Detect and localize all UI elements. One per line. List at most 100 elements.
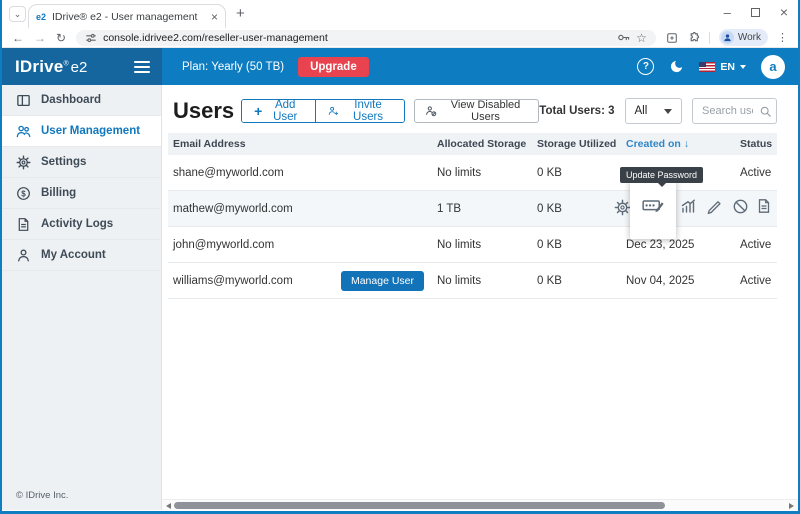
update-password-icon[interactable] — [642, 194, 665, 215]
page-title: Users — [173, 98, 234, 124]
sidebar-item-activity-logs[interactable]: Activity Logs — [2, 209, 161, 240]
help-icon[interactable]: ? — [637, 58, 654, 75]
user-actions-group: +Add User Invite Users — [241, 99, 405, 123]
main-content: Users +Add User Invite Users View Disabl… — [162, 85, 798, 510]
sidebar-item-settings[interactable]: Settings — [2, 147, 161, 178]
utilized-cell: 0 KB — [532, 239, 621, 251]
scroll-left-arrow[interactable] — [166, 503, 171, 509]
sidebar-item-label: Settings — [41, 156, 86, 168]
search-input[interactable] — [700, 104, 755, 118]
scroll-right-arrow[interactable] — [789, 503, 794, 509]
column-email-address[interactable]: Email Address — [168, 138, 432, 150]
account-avatar[interactable]: a — [761, 55, 785, 79]
new-tab-button[interactable]: + — [236, 5, 245, 22]
update-password-popover[interactable] — [630, 179, 676, 239]
search-box — [692, 98, 777, 124]
horizontal-scrollbar — [162, 499, 798, 510]
filter-dropdown[interactable]: All — [625, 98, 683, 124]
profile-avatar — [721, 31, 734, 44]
user-logs-icon[interactable] — [756, 198, 772, 214]
person-plus-icon — [328, 104, 339, 118]
tab-close-icon[interactable]: × — [211, 11, 218, 23]
column-created-on[interactable]: Created on↓ — [621, 138, 735, 150]
language-label: EN — [720, 61, 735, 73]
disable-user-icon[interactable] — [732, 198, 749, 215]
table-header-row: Email Address Allocated Storage Storage … — [168, 133, 777, 155]
maximize-button[interactable] — [751, 8, 760, 17]
table-row[interactable]: williams@myworld.com Manage User No limi… — [168, 263, 777, 299]
scrollbar-thumb[interactable] — [174, 502, 665, 509]
allocated-cell: No limits — [432, 167, 532, 179]
browser-menu-icon[interactable]: ⋮ — [777, 31, 788, 44]
search-icon — [759, 105, 772, 118]
language-selector[interactable]: EN — [699, 61, 746, 73]
address-bar[interactable]: console.idrivee2.com/reseller-user-manag… — [76, 30, 656, 46]
users-icon — [16, 124, 31, 139]
sidebar-item-label: My Account — [41, 249, 106, 261]
utilized-cell: 0 KB — [532, 167, 621, 179]
us-flag-icon — [699, 62, 715, 72]
add-user-button[interactable]: +Add User — [242, 100, 315, 122]
person-slash-icon — [425, 104, 437, 118]
favicon-e2: e2 — [36, 12, 46, 22]
created-cell: Dec 23, 2025 — [621, 239, 735, 251]
back-button[interactable]: ← — [12, 32, 24, 44]
chevron-down-icon — [664, 109, 672, 114]
forward-button[interactable]: → — [34, 32, 46, 44]
password-key-icon[interactable] — [617, 31, 630, 44]
close-button[interactable]: × — [780, 4, 788, 20]
toolbar-divider — [709, 32, 710, 44]
copyright-text: © IDrive Inc. — [16, 490, 68, 501]
extensions-puzzle-icon[interactable] — [687, 31, 700, 44]
email-cell: mathew@myworld.com — [168, 203, 432, 215]
logo-brand: IDrive — [15, 57, 63, 76]
logo-section: IDrive®e2 — [2, 48, 162, 85]
idrive-e2-logo: IDrive®e2 — [15, 57, 87, 77]
email-text: williams@myworld.com — [173, 275, 293, 287]
gear-icon — [16, 155, 31, 170]
upgrade-button[interactable]: Upgrade — [298, 57, 369, 77]
status-cell: Active — [735, 239, 776, 251]
billing-dollar-icon: $ — [16, 186, 31, 201]
edit-pencil-icon[interactable] — [706, 198, 723, 215]
user-settings-icon[interactable] — [614, 199, 631, 216]
sidebar-item-my-account[interactable]: My Account — [2, 240, 161, 271]
profile-label: Work — [738, 32, 761, 43]
activity-logs-icon — [16, 217, 31, 232]
manage-user-button[interactable]: Manage User — [341, 271, 424, 291]
tab-title: IDrive® e2 - User management — [52, 11, 205, 23]
app-header: IDrive®e2 Plan: Yearly (50 TB) Upgrade ?… — [2, 48, 798, 85]
column-storage-utilized[interactable]: Storage Utilized — [532, 138, 621, 150]
sidebar-item-label: Dashboard — [41, 94, 101, 106]
sidebar-item-dashboard[interactable]: Dashboard — [2, 85, 161, 116]
plan-label: Plan: Yearly (50 TB) — [182, 61, 284, 73]
allocated-cell: 1 TB — [432, 203, 532, 215]
reload-button[interactable]: ↻ — [56, 32, 66, 44]
minimize-button[interactable]: – — [724, 5, 731, 20]
sidebar-item-billing[interactable]: $ Billing — [2, 178, 161, 209]
allocated-cell: No limits — [432, 275, 532, 287]
stats-icon[interactable] — [680, 198, 697, 215]
tab-search-button[interactable]: ⌄ — [9, 6, 26, 22]
filter-value: All — [635, 105, 648, 117]
bookmark-star-icon[interactable]: ☆ — [636, 32, 647, 44]
column-allocated-storage[interactable]: Allocated Storage — [432, 138, 532, 150]
sidebar-item-label: Billing — [41, 187, 76, 199]
total-users-count: Total Users: 3 — [539, 105, 614, 117]
profile-chip[interactable]: Work — [719, 29, 768, 46]
logo-product: e2 — [71, 59, 88, 76]
column-status[interactable]: Status — [735, 138, 776, 150]
dark-mode-moon-icon[interactable] — [669, 59, 684, 74]
browser-toolbar: ← → ↻ console.idrivee2.com/reseller-user… — [2, 28, 798, 48]
plus-icon: + — [254, 104, 262, 118]
browser-window: ⌄ e2 IDrive® e2 - User management × + – … — [0, 0, 800, 514]
hamburger-menu-icon[interactable] — [134, 58, 150, 76]
tune-icon — [85, 32, 97, 44]
users-table: Email Address Allocated Storage Storage … — [168, 133, 777, 299]
grid-icon[interactable] — [666, 32, 678, 44]
view-disabled-users-button[interactable]: View Disabled Users — [414, 99, 539, 123]
sidebar-item-user-management[interactable]: User Management — [2, 116, 161, 147]
table-row[interactable]: john@myworld.com No limits 0 KB Dec 23, … — [168, 227, 777, 263]
invite-users-button[interactable]: Invite Users — [315, 100, 404, 122]
browser-tab[interactable]: e2 IDrive® e2 - User management × — [28, 4, 226, 28]
